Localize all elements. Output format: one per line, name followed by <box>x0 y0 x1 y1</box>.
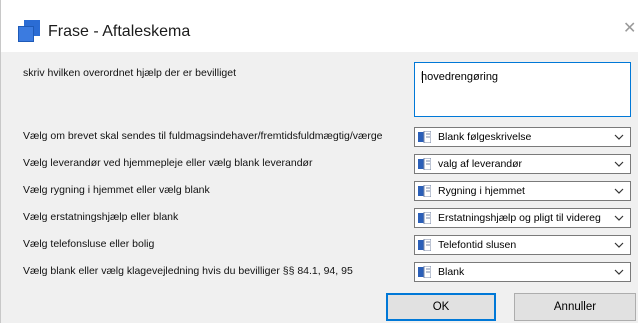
chevron-down-icon <box>614 215 624 221</box>
smoking-select-value: Rygning i hjemmet <box>438 185 525 197</box>
supplier-select-value: valg af leverandør <box>438 158 523 170</box>
window-app-icon <box>18 20 40 42</box>
document-icon <box>418 266 431 278</box>
window-title: Frase - Aftaleskema <box>48 23 191 40</box>
smoking-select[interactable]: Rygning i hjemmet <box>414 181 631 201</box>
row-label-replacement: Vælg erstatningshjælp eller blank <box>23 211 179 223</box>
phone-lock-select[interactable]: Telefontid slusen <box>414 235 631 255</box>
document-icon <box>418 239 431 251</box>
chevron-down-icon <box>614 161 624 167</box>
row-label-phone: Vælg telefonsluse eller bolig <box>23 238 155 250</box>
ok-button[interactable]: OK <box>386 293 496 321</box>
chevron-down-icon <box>614 269 624 275</box>
row-label-supplier: Vælg leverandør ved hjemmepleje eller væ… <box>23 157 313 169</box>
recipient-select-value: Blank følgeskrivelse <box>438 131 532 143</box>
replacement-help-select-value: Erstatningshjælp og pligt til videreg <box>438 212 601 224</box>
chevron-down-icon <box>614 188 624 194</box>
row-label-smoking: Vælg rygning i hjemmet eller vælg blank <box>23 184 210 196</box>
chevron-down-icon <box>614 242 624 248</box>
complaint-guide-select[interactable]: Blank <box>414 262 631 282</box>
document-icon <box>418 212 431 224</box>
help-textarea[interactable]: hovedrengøring <box>414 62 631 117</box>
cancel-button[interactable]: Annuller <box>514 293 636 321</box>
complaint-guide-select-value: Blank <box>438 266 465 278</box>
phone-lock-select-value: Telefontid slusen <box>438 239 517 251</box>
dialog-window: Frase - Aftaleskema ✕ skriv hvilken over… <box>0 0 638 323</box>
document-icon <box>418 185 431 197</box>
row-label-complaint: Vælg blank eller vælg klagevejledning hv… <box>23 265 353 277</box>
document-icon <box>418 131 431 143</box>
row-label-recipient: Vælg om brevet skal sendes til fuldmagsi… <box>23 130 383 142</box>
help-label: skriv hvilken overordnet hjælp der er be… <box>23 67 237 79</box>
text-caret <box>422 71 423 83</box>
document-icon <box>418 158 431 170</box>
chevron-down-icon <box>614 134 624 140</box>
title-bar: Frase - Aftaleskema ✕ <box>1 0 638 52</box>
close-icon[interactable]: ✕ <box>623 21 638 37</box>
replacement-help-select[interactable]: Erstatningshjælp og pligt til videreg <box>414 208 631 228</box>
recipient-select[interactable]: Blank følgeskrivelse <box>414 127 631 147</box>
supplier-select[interactable]: valg af leverandør <box>414 154 631 174</box>
